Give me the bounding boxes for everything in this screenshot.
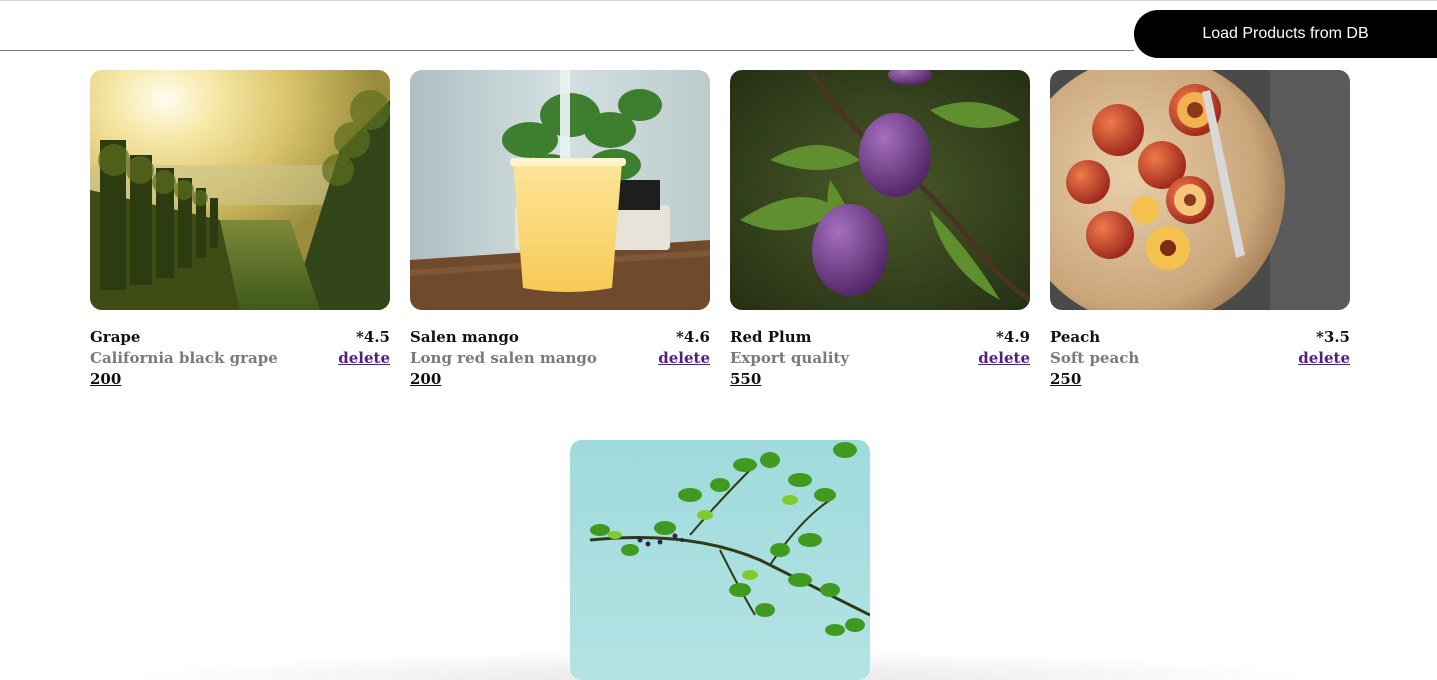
product-rating: *3.5: [1316, 328, 1350, 346]
plum-branch-photo: [730, 70, 1030, 310]
product-image: [730, 70, 1030, 310]
product-price: 200: [90, 370, 122, 388]
product-card: Grape California black grape 200 *4.5 de…: [90, 70, 390, 397]
product-price: 250: [1050, 370, 1082, 388]
load-products-button[interactable]: Load Products from DB: [1134, 10, 1437, 58]
product-image: [90, 70, 390, 310]
product-card: Salen mango Long red salen mango 200 *4.…: [410, 70, 710, 397]
product-description: Long red salen mango: [410, 349, 597, 367]
product-image: [570, 440, 870, 680]
product-card: [570, 440, 870, 680]
delete-link[interactable]: delete: [1298, 348, 1350, 369]
product-name: Peach: [1050, 328, 1101, 346]
product-name: Red Plum: [730, 328, 812, 346]
product-card: Peach Soft peach 250 *3.5 delete: [1050, 70, 1350, 397]
product-image: [410, 70, 710, 310]
peach-bowl-photo: [1050, 70, 1350, 310]
product-description: Export quality: [730, 349, 850, 367]
product-price: 550: [730, 370, 762, 388]
product-name: Salen mango: [410, 328, 519, 346]
delete-link[interactable]: delete: [338, 348, 390, 369]
leafy-branch-photo: [570, 440, 870, 680]
product-rating: *4.6: [676, 328, 710, 346]
mango-smoothie-photo: [410, 70, 710, 310]
delete-link[interactable]: delete: [658, 348, 710, 369]
product-description: California black grape: [90, 349, 278, 367]
product-rating: *4.5: [356, 328, 390, 346]
vineyard-photo: [90, 70, 390, 310]
product-price: 200: [410, 370, 442, 388]
product-name: Grape: [90, 328, 141, 346]
header-input[interactable]: [0, 0, 1134, 51]
product-description: Soft peach: [1050, 349, 1140, 367]
product-rating: *4.9: [996, 328, 1030, 346]
delete-link[interactable]: delete: [978, 348, 1030, 369]
product-card: Red Plum Export quality 550 *4.9 delete: [730, 70, 1030, 397]
product-image: [1050, 70, 1350, 310]
